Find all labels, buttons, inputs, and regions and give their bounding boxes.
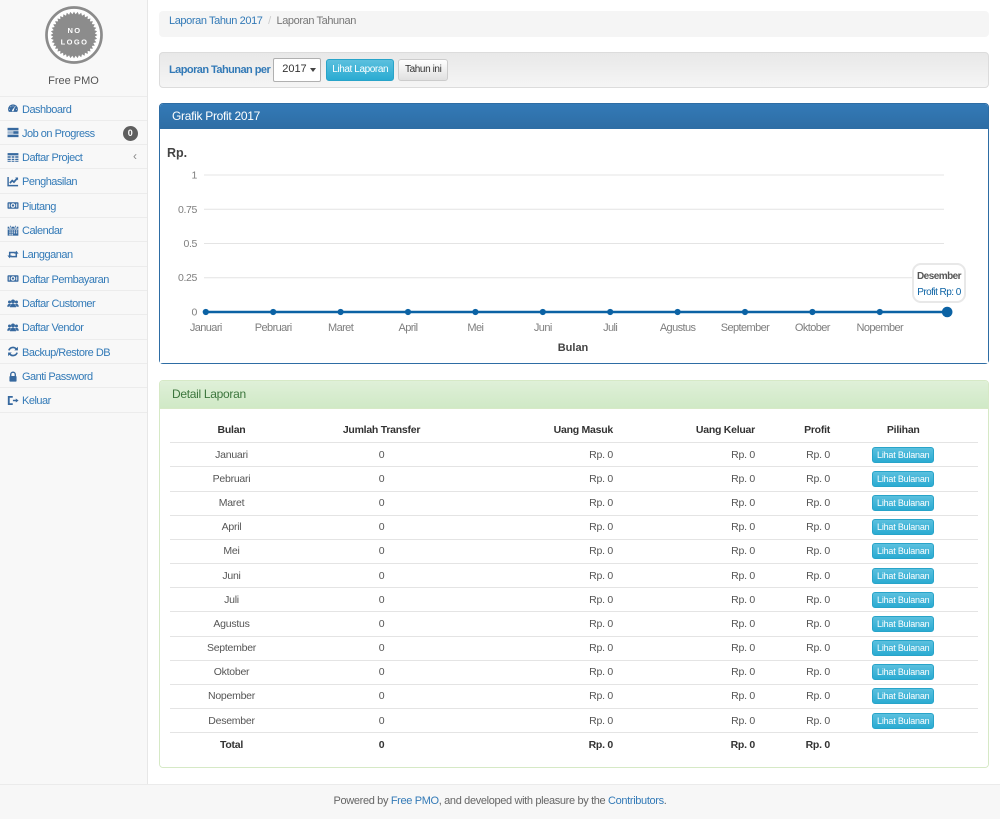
svg-text:Oktober: Oktober	[795, 322, 831, 334]
svg-text:Mei: Mei	[467, 322, 483, 334]
svg-text:Pebruari: Pebruari	[255, 322, 292, 334]
svg-text:September: September	[721, 322, 770, 334]
svg-text:Bulan: Bulan	[558, 342, 589, 354]
svg-text:Maret: Maret	[328, 322, 354, 334]
svg-text:0.5: 0.5	[183, 238, 197, 250]
svg-text:0.25: 0.25	[178, 272, 198, 284]
svg-text:Juni: Juni	[534, 322, 552, 334]
svg-text:Juli: Juli	[603, 322, 617, 334]
svg-text:1: 1	[192, 169, 198, 181]
svg-text:Rp.: Rp.	[167, 146, 187, 160]
svg-text:NO: NO	[67, 26, 81, 35]
svg-text:0.75: 0.75	[178, 203, 198, 215]
svg-text:Januari: Januari	[190, 322, 222, 334]
svg-text:April: April	[398, 322, 417, 334]
svg-text:0: 0	[192, 306, 198, 318]
svg-text:LOGO: LOGO	[60, 38, 88, 47]
svg-text:Agustus: Agustus	[660, 322, 697, 334]
svg-text:Nopember: Nopember	[857, 322, 904, 334]
